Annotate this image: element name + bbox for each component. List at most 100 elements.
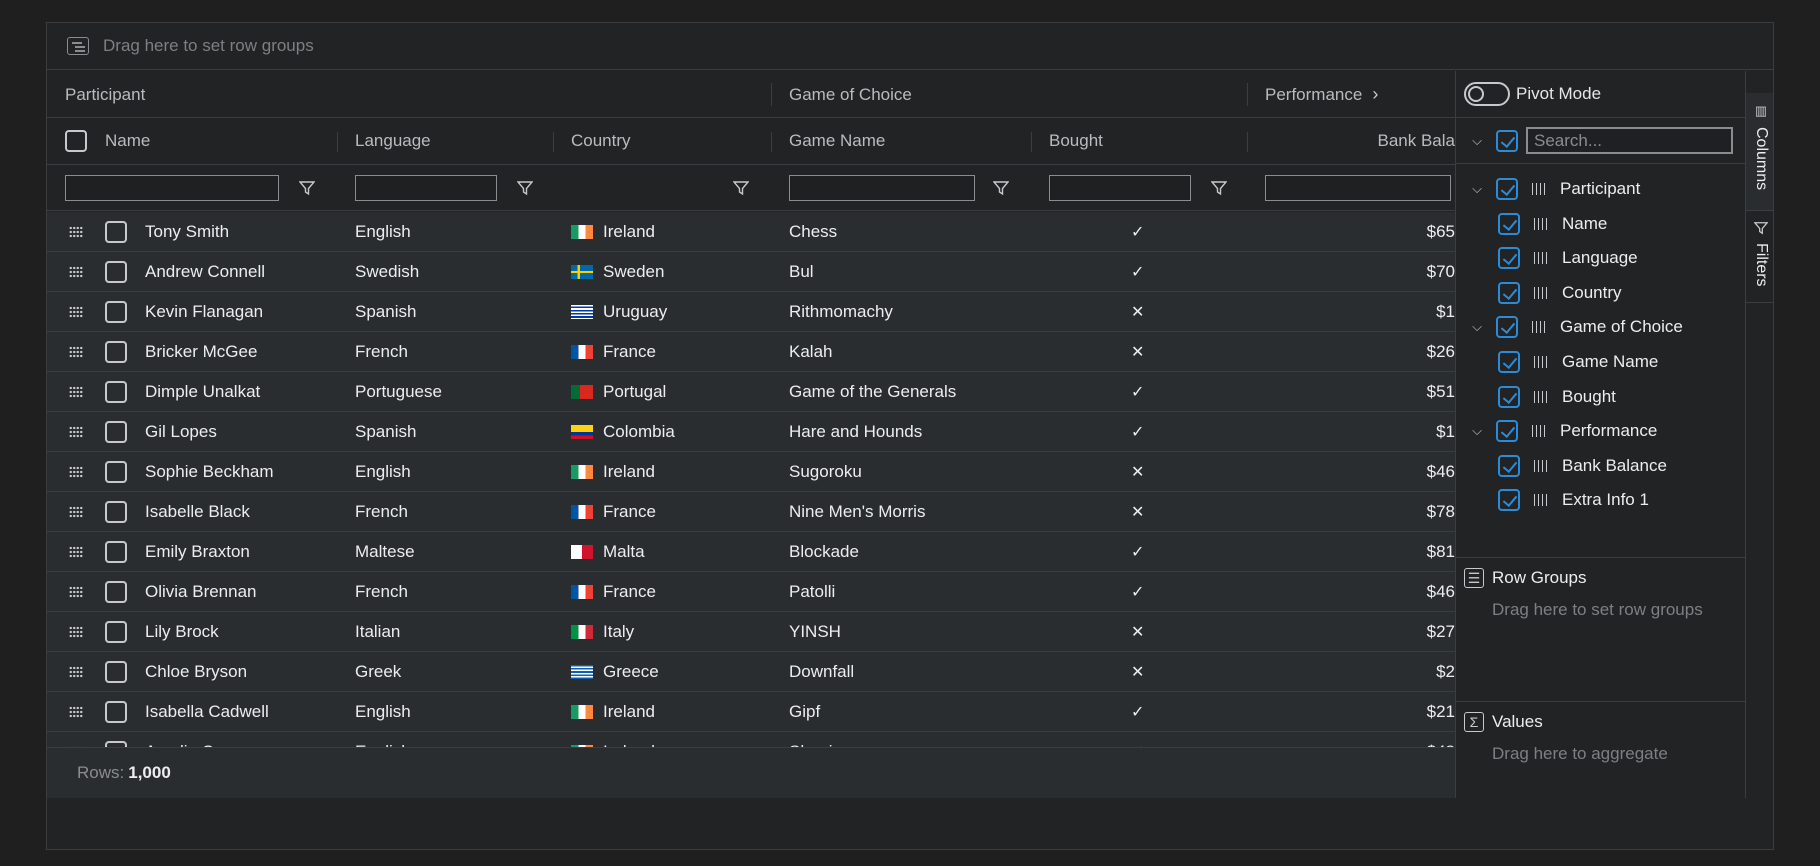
column-drag-icon[interactable] — [1532, 321, 1548, 334]
chevron-down-icon[interactable]: ⌵ — [1462, 423, 1492, 439]
drag-handle-icon[interactable] — [69, 706, 83, 718]
table-row[interactable]: Sophie Beckham English Ireland Sugoroku … — [47, 452, 1455, 492]
column-checkbox[interactable] — [1496, 420, 1518, 443]
column-checkbox[interactable] — [1498, 281, 1520, 304]
column-drag-icon[interactable] — [1534, 217, 1550, 230]
table-row[interactable]: Tony Smith English Ireland Chess ✓ $65 — [47, 212, 1455, 252]
drag-handle-icon[interactable] — [69, 506, 83, 518]
chevron-down-icon[interactable]: ⌵ — [1462, 133, 1492, 149]
column-item[interactable]: Name — [1456, 207, 1607, 241]
tab-columns[interactable]: ▥ Columns — [1746, 93, 1773, 211]
header-game-name[interactable]: Game Name — [771, 118, 1031, 164]
column-drag-icon[interactable] — [1534, 286, 1550, 299]
country-filter-icon[interactable] — [733, 180, 749, 196]
header-name[interactable]: Name — [47, 118, 337, 164]
row-select-checkbox[interactable] — [105, 221, 127, 243]
column-item[interactable]: Extra Info 1 — [1456, 483, 1649, 517]
column-drag-icon[interactable] — [1534, 252, 1550, 265]
drag-handle-icon[interactable] — [69, 466, 83, 478]
header-group-participant[interactable]: Participant — [47, 71, 771, 118]
column-search-input[interactable] — [1526, 127, 1733, 154]
language-filter-icon[interactable] — [517, 180, 533, 196]
row-groups-section[interactable]: ☰ Row Groups Drag here to set row groups — [1456, 558, 1745, 702]
select-all-columns-checkbox[interactable] — [1496, 129, 1518, 152]
row-select-checkbox[interactable] — [105, 461, 127, 483]
column-checkbox[interactable] — [1498, 247, 1520, 270]
table-row[interactable]: Andrew Connell Swedish Sweden Bul ✓ $70 — [47, 252, 1455, 292]
drag-handle-icon[interactable] — [69, 346, 83, 358]
column-drag-icon[interactable] — [1534, 494, 1550, 507]
row-select-checkbox[interactable] — [105, 301, 127, 323]
row-select-checkbox[interactable] — [105, 661, 127, 683]
name-filter-input[interactable] — [65, 175, 279, 201]
drag-handle-icon[interactable] — [69, 386, 83, 398]
drag-handle-icon[interactable] — [69, 266, 83, 278]
table-row[interactable]: Bricker McGee French France Kalah ✕ $26 — [47, 332, 1455, 372]
column-group-item[interactable]: ⌵ Performance — [1456, 414, 1657, 448]
drag-handle-icon[interactable] — [69, 306, 83, 318]
table-row[interactable]: Kevin Flanagan Spanish Uruguay Rithmomac… — [47, 292, 1455, 332]
column-group-item[interactable]: ⌵ Participant — [1456, 172, 1640, 206]
column-group-item[interactable]: ⌵ Game of Choice — [1456, 310, 1683, 344]
drag-handle-icon[interactable] — [69, 226, 83, 238]
table-row[interactable]: Chloe Bryson Greek Greece Downfall ✕ $2 — [47, 652, 1455, 692]
header-bought[interactable]: Bought — [1031, 118, 1247, 164]
row-select-checkbox[interactable] — [105, 541, 127, 563]
column-checkbox[interactable] — [1498, 489, 1520, 512]
column-item[interactable]: Country — [1456, 276, 1622, 310]
chevron-down-icon[interactable]: ⌵ — [1462, 319, 1492, 335]
column-item[interactable]: Bought — [1456, 380, 1616, 414]
drag-handle-icon[interactable] — [69, 666, 83, 678]
header-bank-balance[interactable]: Bank Bala — [1247, 118, 1455, 164]
values-section[interactable]: Σ Values Drag here to aggregate — [1456, 702, 1745, 798]
name-filter-icon[interactable] — [299, 180, 315, 196]
table-row[interactable]: Gil Lopes Spanish Colombia Hare and Houn… — [47, 412, 1455, 452]
row-select-checkbox[interactable] — [105, 701, 127, 723]
table-row[interactable]: Dimple Unalkat Portuguese Portugal Game … — [47, 372, 1455, 412]
row-select-checkbox[interactable] — [105, 261, 127, 283]
language-filter-input[interactable] — [355, 175, 497, 201]
column-checkbox[interactable] — [1496, 178, 1518, 200]
row-select-checkbox[interactable] — [105, 581, 127, 603]
column-checkbox[interactable] — [1496, 316, 1518, 339]
game-name-filter-icon[interactable] — [993, 180, 1009, 196]
column-drag-icon[interactable] — [1534, 390, 1550, 403]
column-drag-icon[interactable] — [1534, 356, 1550, 368]
column-drag-icon[interactable] — [1534, 459, 1550, 472]
column-checkbox[interactable] — [1498, 385, 1520, 408]
header-group-performance[interactable]: Performance › — [1247, 71, 1455, 118]
bought-filter-input[interactable] — [1049, 175, 1191, 201]
column-drag-icon[interactable] — [1532, 425, 1548, 438]
bank-balance-filter-input[interactable] — [1265, 175, 1451, 201]
row-select-checkbox[interactable] — [105, 421, 127, 443]
chevron-right-icon[interactable]: › — [1372, 84, 1378, 105]
table-row[interactable]: Olivia Brennan French France Patolli ✓ $… — [47, 572, 1455, 612]
table-row[interactable]: Lily Brock Italian Italy YINSH ✕ $27 — [47, 612, 1455, 652]
row-select-checkbox[interactable] — [105, 341, 127, 363]
drag-handle-icon[interactable] — [69, 426, 83, 438]
row-select-checkbox[interactable] — [105, 501, 127, 523]
column-checkbox[interactable] — [1498, 212, 1520, 235]
pivot-mode-toggle[interactable] — [1464, 82, 1510, 106]
column-item[interactable]: Language — [1456, 241, 1638, 275]
column-item[interactable]: Game Name — [1456, 345, 1658, 379]
header-country[interactable]: Country — [553, 118, 771, 164]
row-select-checkbox[interactable] — [105, 381, 127, 403]
drag-handle-icon[interactable] — [69, 626, 83, 638]
column-checkbox[interactable] — [1498, 454, 1520, 477]
tab-filters[interactable]: Filters — [1746, 211, 1773, 303]
table-row[interactable]: Emily Braxton Maltese Malta Blockade ✓ $… — [47, 532, 1455, 572]
select-all-checkbox[interactable] — [65, 130, 87, 152]
pivot-mode-row[interactable]: Pivot Mode — [1456, 71, 1745, 118]
row-select-checkbox[interactable] — [105, 621, 127, 643]
chevron-down-icon[interactable]: ⌵ — [1462, 181, 1492, 197]
header-group-game-of-choice[interactable]: Game of Choice — [771, 71, 1247, 118]
table-row[interactable]: Isabelle Black French France Nine Men's … — [47, 492, 1455, 532]
bought-filter-icon[interactable] — [1211, 180, 1227, 196]
row-group-drop-zone[interactable]: Drag here to set row groups — [47, 23, 1773, 70]
column-drag-icon[interactable] — [1532, 183, 1548, 195]
column-item[interactable]: Bank Balance — [1456, 449, 1667, 483]
drag-handle-icon[interactable] — [69, 546, 83, 558]
game-name-filter-input[interactable] — [789, 175, 975, 201]
column-checkbox[interactable] — [1498, 351, 1520, 373]
